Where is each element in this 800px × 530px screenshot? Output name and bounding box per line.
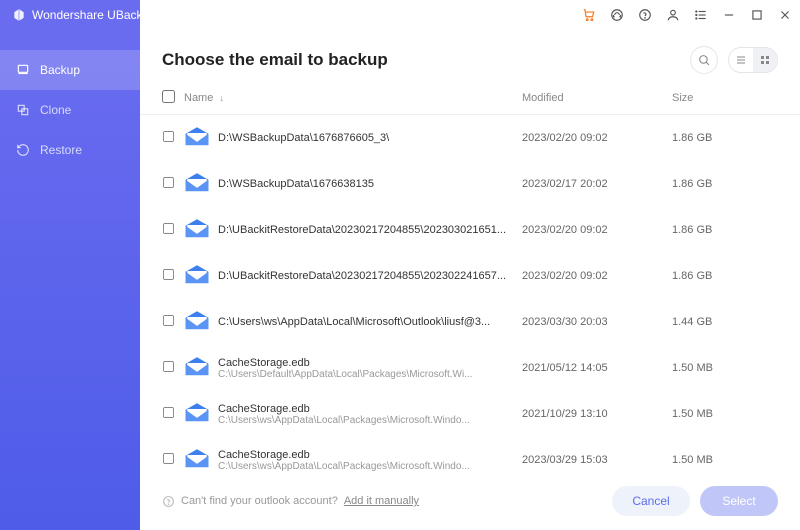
search-button[interactable] — [690, 46, 718, 74]
mail-icon — [184, 311, 210, 331]
file-modified: 2023/02/20 09:02 — [522, 224, 672, 236]
file-name: C:\Users\ws\AppData\Local\Microsoft\Outl… — [218, 316, 512, 328]
select-button[interactable]: Select — [700, 486, 778, 516]
file-size: 1.44 GB — [672, 316, 762, 328]
sidebar: Backup Clone Restore — [0, 30, 140, 530]
row-checkbox[interactable] — [163, 131, 174, 142]
mail-icon — [184, 357, 210, 377]
helper-text: Can't find your outlook account? Add it … — [162, 495, 419, 508]
mail-icon — [184, 449, 210, 469]
table-row[interactable]: D:\UBackitRestoreData\20230217204855\202… — [162, 207, 762, 253]
file-size: 1.86 GB — [672, 224, 762, 236]
file-modified: 2023/02/20 09:02 — [522, 132, 672, 144]
row-checkbox[interactable] — [163, 407, 174, 418]
sidebar-item-clone[interactable]: Clone — [0, 90, 140, 130]
list-view-button[interactable] — [729, 48, 753, 72]
mail-icon — [184, 219, 210, 239]
help-icon[interactable] — [638, 8, 652, 22]
title-bar: Wondershare UBackit — [0, 0, 800, 30]
table-row[interactable]: D:\WSBackupData\1676876605_3\ 2023/02/20 … — [162, 115, 762, 161]
file-size: 1.50 MB — [672, 454, 762, 466]
select-all-checkbox[interactable] — [162, 90, 175, 103]
sidebar-item-label: Backup — [40, 63, 80, 77]
row-checkbox[interactable] — [163, 315, 174, 326]
file-name: CacheStorage.edb — [218, 449, 512, 461]
column-header-modified[interactable]: Modified — [522, 92, 672, 104]
file-size: 1.86 GB — [672, 270, 762, 282]
file-list[interactable]: D:\WSBackupData\1676876605_3\ 2023/02/20 … — [140, 115, 800, 476]
row-checkbox[interactable] — [163, 453, 174, 464]
file-name: D:\WSBackupData\1676876605_3\ — [218, 132, 512, 144]
file-modified: 2023/02/20 09:02 — [522, 270, 672, 282]
table-row[interactable]: D:\WSBackupData\1676638135 2023/02/17 20:… — [162, 161, 762, 207]
mail-icon — [184, 265, 210, 285]
mail-icon — [184, 403, 210, 423]
table-row[interactable]: C:\Users\ws\AppData\Local\Microsoft\Outl… — [162, 299, 762, 345]
row-checkbox[interactable] — [163, 223, 174, 234]
support-icon[interactable] — [610, 8, 624, 22]
file-path: C:\Users\Default\AppData\Local\Packages\… — [218, 369, 512, 380]
file-name: CacheStorage.edb — [218, 357, 512, 369]
file-path: C:\Users\ws\AppData\Local\Packages\Micro… — [218, 415, 512, 426]
app-title-text: Wondershare UBackit — [32, 8, 149, 22]
row-checkbox[interactable] — [163, 361, 174, 372]
file-name: D:\UBackitRestoreData\20230217204855\202… — [218, 224, 512, 236]
table-row[interactable]: CacheStorage.edbC:\Users\ws\AppData\Loca… — [162, 391, 762, 437]
account-icon[interactable] — [666, 8, 680, 22]
file-size: 1.50 MB — [672, 362, 762, 374]
file-modified: 2023/03/29 15:03 — [522, 454, 672, 466]
table-header: Name ↓ Modified Size — [140, 84, 800, 115]
maximize-icon[interactable] — [750, 8, 764, 22]
page-title: Choose the email to backup — [162, 50, 680, 70]
file-size: 1.86 GB — [672, 132, 762, 144]
file-modified: 2021/10/29 13:10 — [522, 408, 672, 420]
file-modified: 2021/05/12 14:05 — [522, 362, 672, 374]
app-title: Wondershare UBackit — [8, 8, 168, 22]
table-row[interactable]: D:\UBackitRestoreData\20230217204855\202… — [162, 253, 762, 299]
file-size: 1.50 MB — [672, 408, 762, 420]
cancel-button[interactable]: Cancel — [612, 486, 690, 516]
file-name: CacheStorage.edb — [218, 403, 512, 415]
view-toggle — [728, 47, 778, 73]
sidebar-item-backup[interactable]: Backup — [0, 50, 140, 90]
file-name: D:\WSBackupData\1676638135 — [218, 178, 512, 190]
file-name: D:\UBackitRestoreData\20230217204855\202… — [218, 270, 512, 282]
mail-icon — [184, 127, 210, 147]
menu-list-icon[interactable] — [694, 8, 708, 22]
close-icon[interactable] — [778, 8, 792, 22]
add-manually-link[interactable]: Add it manually — [344, 495, 419, 507]
sidebar-item-label: Restore — [40, 143, 82, 157]
column-header-size[interactable]: Size — [672, 92, 762, 104]
file-modified: 2023/03/30 20:03 — [522, 316, 672, 328]
sort-arrow-icon: ↓ — [219, 93, 224, 103]
grid-view-button[interactable] — [753, 48, 777, 72]
main-panel: Choose the email to backup Name ↓ Modifi… — [140, 30, 800, 530]
column-header-name[interactable]: Name ↓ — [184, 92, 522, 104]
mail-icon — [184, 173, 210, 193]
file-size: 1.86 GB — [672, 178, 762, 190]
table-row[interactable]: CacheStorage.edbC:\Users\Default\AppData… — [162, 345, 762, 391]
cart-icon[interactable] — [582, 8, 596, 22]
table-row[interactable]: CacheStorage.edbC:\Users\ws\AppData\Loca… — [162, 437, 762, 476]
row-checkbox[interactable] — [163, 269, 174, 280]
sidebar-item-label: Clone — [40, 103, 71, 117]
sidebar-item-restore[interactable]: Restore — [0, 130, 140, 170]
file-modified: 2023/02/17 20:02 — [522, 178, 672, 190]
minimize-icon[interactable] — [722, 8, 736, 22]
row-checkbox[interactable] — [163, 177, 174, 188]
file-path: C:\Users\ws\AppData\Local\Packages\Micro… — [218, 461, 512, 472]
